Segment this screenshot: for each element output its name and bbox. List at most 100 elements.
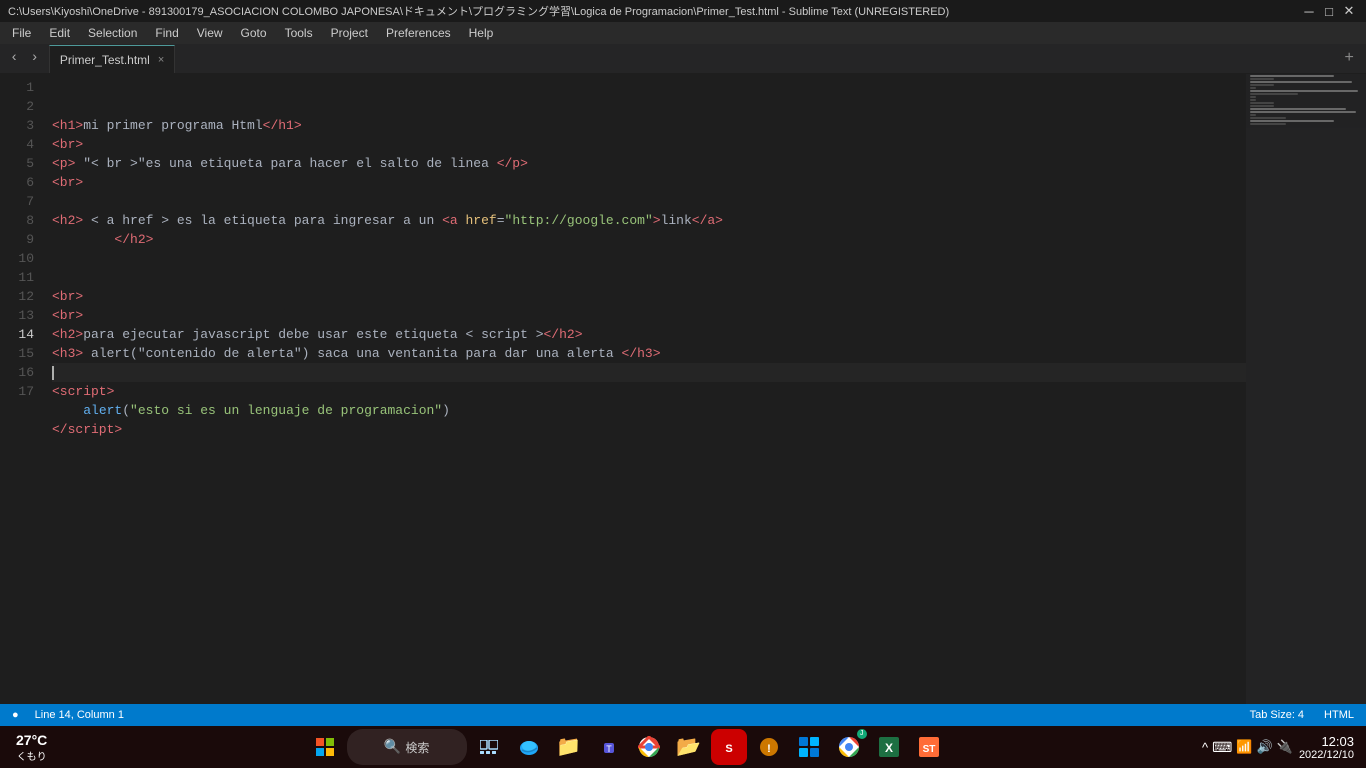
line-number-5: 5	[0, 154, 34, 173]
line-number-4: 4	[0, 135, 34, 154]
chevron-icon[interactable]: ^	[1202, 740, 1208, 755]
menu-project[interactable]: Project	[323, 24, 376, 42]
code-line-17: </script>	[52, 420, 1246, 439]
search-button[interactable]: 🔍 検索	[347, 729, 467, 765]
svg-text:T: T	[606, 744, 612, 754]
keyboard-icon[interactable]: ⌨	[1212, 739, 1232, 756]
line-number-1: 1	[0, 78, 34, 97]
taskbar-app1[interactable]: S	[711, 729, 747, 765]
close-button[interactable]: ✕	[1340, 2, 1358, 20]
weather-desc: くもり	[17, 748, 47, 763]
taskbar-chrome[interactable]	[631, 729, 667, 765]
clock-date: 2022/12/10	[1299, 749, 1354, 761]
code-line-8	[52, 249, 1246, 268]
taskbar-right: ^ ⌨ 📶 🔊 🔌 12:03 2022/12/10	[1198, 734, 1358, 761]
taskbar-excel[interactable]: X	[871, 729, 907, 765]
minimize-button[interactable]: ─	[1300, 2, 1318, 20]
search-icon: 🔍	[384, 739, 401, 756]
menu-view[interactable]: View	[189, 24, 231, 42]
taskbar-left: 27°C くもり	[8, 732, 55, 763]
taskbar-center: 🔍 検索 📁 T 📂 S ! J X	[59, 729, 1194, 765]
menu-find[interactable]: Find	[147, 24, 186, 42]
taskbar-teams[interactable]: T	[591, 729, 627, 765]
volume-icon[interactable]: 🔊	[1257, 739, 1273, 755]
line-numbers: 1234567891011121314151617	[0, 74, 44, 704]
search-label: 検索	[405, 739, 429, 756]
line-number-2: 2	[0, 97, 34, 116]
menu-file[interactable]: File	[4, 24, 39, 42]
taskbar-sublime[interactable]: ST	[911, 729, 947, 765]
wifi-icon[interactable]: 📶	[1236, 739, 1252, 755]
code-line-12: <h2>para ejecutar javascript debe usar e…	[52, 325, 1246, 344]
tabs-container: Primer_Test.html ×	[49, 45, 1333, 73]
code-line-9	[52, 268, 1246, 287]
tab-close-button[interactable]: ×	[158, 54, 164, 66]
minimap	[1246, 74, 1366, 704]
taskbar-chrome2[interactable]: J	[831, 729, 867, 765]
code-line-3: <p> "< br >"es una etiqueta para hacer e…	[52, 154, 1246, 173]
taskbar-winstore[interactable]	[791, 729, 827, 765]
status-indicator[interactable]: ●	[8, 709, 23, 721]
code-line-7: </h2>	[52, 230, 1246, 249]
line-number-6: 6	[0, 173, 34, 192]
tab-primer-test[interactable]: Primer_Test.html ×	[49, 45, 175, 73]
code-area[interactable]: <h1>mi primer programa Html</h1><br><p> …	[44, 74, 1246, 704]
taskbar-security[interactable]: !	[751, 729, 787, 765]
taskbar: 27°C くもり 🔍 検索 📁 T 📂 S	[0, 726, 1366, 768]
line-number-3: 3	[0, 116, 34, 135]
code-line-10: <br>	[52, 287, 1246, 306]
tab-bar-wrapper: ‹ › Primer_Test.html × +	[0, 44, 1366, 74]
tab-add-button[interactable]: +	[1332, 43, 1366, 73]
code-line-2: <br>	[52, 135, 1246, 154]
menu-bar: File Edit Selection Find View Goto Tools…	[0, 22, 1366, 44]
status-right: Tab Size: 4 HTML	[1246, 709, 1358, 721]
code-line-4: <br>	[52, 173, 1246, 192]
tab-nav-arrows: ‹ ›	[0, 43, 49, 73]
line-number-13: 13	[0, 306, 34, 325]
power-icon[interactable]: 🔌	[1277, 739, 1293, 755]
title-bar: C:\Users\Kiyoshi\OneDrive - 891300179_AS…	[0, 0, 1366, 22]
time-block[interactable]: 12:03 2022/12/10	[1299, 734, 1354, 761]
code-line-14	[52, 363, 1246, 382]
code-line-1: <h1>mi primer programa Html</h1>	[52, 116, 1246, 135]
tab-next-arrow[interactable]: ›	[24, 48, 44, 68]
code-line-6: <h2> < a href > es la etiqueta para ingr…	[52, 211, 1246, 230]
code-line-15: <script>	[52, 382, 1246, 401]
status-tab-size[interactable]: Tab Size: 4	[1246, 709, 1308, 721]
menu-help[interactable]: Help	[461, 24, 502, 42]
code-line-16: alert("esto si es un lenguaje de program…	[52, 401, 1246, 420]
taskbar-files2[interactable]: 📂	[671, 729, 707, 765]
code-line-11: <br>	[52, 306, 1246, 325]
line-number-7: 7	[0, 192, 34, 211]
maximize-button[interactable]: □	[1320, 2, 1338, 20]
menu-goto[interactable]: Goto	[233, 24, 275, 42]
svg-text:S: S	[725, 743, 732, 755]
clock-time: 12:03	[1321, 734, 1354, 749]
line-number-14: 14	[0, 325, 34, 344]
line-number-17: 17	[0, 382, 34, 401]
weather-widget: 27°C くもり	[8, 732, 55, 763]
line-number-8: 8	[0, 211, 34, 230]
tab-label: Primer_Test.html	[60, 53, 150, 67]
taskbar-edge[interactable]	[511, 729, 547, 765]
line-number-15: 15	[0, 344, 34, 363]
sys-icons: ^ ⌨ 📶 🔊 🔌	[1202, 739, 1293, 756]
weather-temp: 27°C	[16, 732, 47, 748]
menu-preferences[interactable]: Preferences	[378, 24, 459, 42]
menu-selection[interactable]: Selection	[80, 24, 145, 42]
svg-text:!: !	[767, 743, 771, 755]
svg-text:ST: ST	[922, 744, 935, 755]
line-number-12: 12	[0, 287, 34, 306]
title-text: C:\Users\Kiyoshi\OneDrive - 891300179_AS…	[8, 3, 1300, 19]
start-button[interactable]	[307, 729, 343, 765]
taskbar-files[interactable]: 📁	[551, 729, 587, 765]
tab-prev-arrow[interactable]: ‹	[4, 48, 24, 68]
taskview-button[interactable]	[471, 729, 507, 765]
status-position[interactable]: Line 14, Column 1	[31, 709, 128, 721]
window-controls: ─ □ ✕	[1300, 2, 1358, 20]
status-language[interactable]: HTML	[1320, 709, 1358, 721]
menu-edit[interactable]: Edit	[41, 24, 78, 42]
svg-text:X: X	[885, 741, 893, 755]
menu-tools[interactable]: Tools	[277, 24, 321, 42]
status-left: ● Line 14, Column 1	[8, 709, 128, 721]
